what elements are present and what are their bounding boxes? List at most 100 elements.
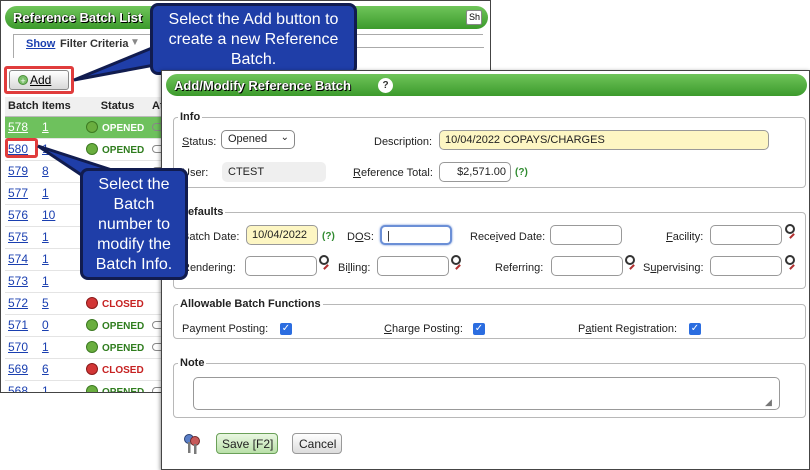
- batch-580-highlight: [5, 138, 38, 158]
- charge-posting-checkbox[interactable]: ✓: [473, 323, 485, 335]
- filter-show-link[interactable]: Show: [26, 38, 55, 50]
- batch-number-link[interactable]: 572: [8, 296, 28, 310]
- batch-number-cell: 578: [5, 116, 39, 139]
- column-header-items: Items: [39, 97, 83, 117]
- payment-posting-checkbox[interactable]: ✓: [280, 323, 292, 335]
- keys-icon[interactable]: [182, 433, 202, 455]
- status-text: CLOSED: [102, 299, 144, 310]
- status-text: CLOSED: [102, 365, 144, 376]
- status-cell: OPENED: [83, 336, 149, 359]
- items-cell: 5: [39, 292, 83, 315]
- batch-number-link[interactable]: 569: [8, 362, 28, 376]
- batch-number-link[interactable]: 570: [8, 340, 28, 354]
- callout-line: Batch.: [230, 51, 277, 68]
- batch-number-link[interactable]: 573: [8, 274, 28, 288]
- status-cell: OPENED: [83, 380, 149, 392]
- batch-number-cell: 576: [5, 204, 39, 227]
- batch-number-link[interactable]: 577: [8, 186, 28, 200]
- rendering-input[interactable]: [245, 256, 317, 276]
- list-toolbar-button[interactable]: Sh: [466, 10, 482, 25]
- reference-total-input[interactable]: $2,571.00: [439, 162, 511, 182]
- note-legend: Note: [180, 357, 205, 369]
- info-legend: Info: [180, 111, 201, 123]
- help-icon[interactable]: ?: [378, 78, 393, 93]
- received-date-label: Received Date:: [470, 231, 546, 243]
- cancel-button[interactable]: Cancel: [292, 433, 342, 454]
- status-text: OPENED: [102, 145, 145, 156]
- dos-input[interactable]: |: [380, 225, 452, 245]
- status-badge: OPENED: [86, 121, 144, 134]
- add-button[interactable]: + Add: [9, 70, 69, 90]
- callout-line: Batch: [113, 196, 155, 213]
- reference-total-label: Reference Total:: [353, 167, 433, 179]
- items-link[interactable]: 10: [42, 208, 55, 222]
- items-link[interactable]: 1: [42, 384, 49, 392]
- chevron-down-icon[interactable]: ▼: [130, 37, 140, 48]
- items-link[interactable]: 1: [42, 186, 49, 200]
- batch-number-link[interactable]: 579: [8, 164, 28, 178]
- list-title: Reference Batch List: [13, 10, 143, 25]
- referring-input[interactable]: [551, 256, 623, 276]
- items-link[interactable]: 5: [42, 296, 49, 310]
- resize-grip-icon[interactable]: ◢: [765, 397, 807, 468]
- billing-search-icon[interactable]: [451, 255, 461, 265]
- add-modify-batch-dialog: Add/Modify Reference Batch ? Info Status…: [161, 70, 810, 470]
- items-link[interactable]: 1: [42, 230, 49, 244]
- batch-date-help[interactable]: (?): [322, 231, 335, 242]
- save-button[interactable]: Save [F2]: [216, 433, 278, 454]
- items-link[interactable]: 6: [42, 362, 49, 376]
- status-text: OPENED: [102, 343, 145, 354]
- status-icon: [86, 363, 98, 375]
- batch-number-cell: 573: [5, 270, 39, 293]
- facility-input[interactable]: [710, 225, 782, 245]
- batch-number-link[interactable]: 576: [8, 208, 28, 222]
- billing-label: Billing:: [338, 262, 371, 274]
- facility-search-icon[interactable]: [785, 224, 795, 234]
- items-link[interactable]: 1: [42, 142, 49, 156]
- rendering-search-icon[interactable]: [319, 255, 329, 265]
- supervising-input[interactable]: [710, 256, 782, 276]
- status-select[interactable]: Opened ⌄: [221, 130, 295, 149]
- batch-date-input[interactable]: 10/04/2022: [246, 225, 318, 245]
- batch-number-link[interactable]: 571: [8, 318, 28, 332]
- status-value: Opened: [228, 133, 268, 145]
- batch-number-link[interactable]: 568: [8, 384, 28, 392]
- column-header-batch: Batch: [5, 97, 39, 117]
- batch-instruction-callout: Select the Batch number to modify the Ba…: [80, 168, 188, 280]
- items-link[interactable]: 1: [42, 274, 49, 288]
- patient-registration-checkbox[interactable]: ✓: [689, 323, 701, 335]
- status-cell: OPENED: [83, 116, 149, 139]
- status-cell: CLOSED: [83, 358, 149, 381]
- referring-search-icon[interactable]: [625, 255, 635, 265]
- batch-number-cell: 579: [5, 160, 39, 183]
- items-link[interactable]: 8: [42, 164, 49, 178]
- patient-registration-label: Patient Registration:: [578, 323, 678, 335]
- callout-line: Select the: [98, 176, 170, 193]
- allowable-functions-legend: Allowable Batch Functions: [180, 298, 321, 310]
- status-cell: OPENED: [83, 314, 149, 337]
- items-link[interactable]: 1: [42, 252, 49, 266]
- supervising-search-icon[interactable]: [785, 255, 795, 265]
- reference-total-help[interactable]: (?): [515, 167, 528, 178]
- items-link[interactable]: 0: [42, 318, 49, 332]
- batch-number-cell: 568: [5, 380, 39, 392]
- items-cell: 1: [39, 380, 83, 392]
- items-cell: 1: [39, 138, 83, 161]
- description-input[interactable]: 10/04/2022 COPAYS/CHARGES: [439, 130, 769, 150]
- note-textarea[interactable]: [193, 377, 780, 410]
- batch-date-label: Batch Date:: [182, 231, 240, 243]
- items-link[interactable]: 1: [42, 340, 49, 354]
- status-badge: OPENED: [86, 143, 145, 156]
- items-link[interactable]: 1: [42, 120, 49, 134]
- status-icon: [86, 297, 98, 309]
- callout-line: modify the: [97, 236, 171, 253]
- batch-number-link[interactable]: 574: [8, 252, 28, 266]
- plus-icon: +: [18, 75, 28, 86]
- batch-number-link[interactable]: 575: [8, 230, 28, 244]
- callout-line: create a new Reference: [168, 31, 339, 48]
- billing-input[interactable]: [377, 256, 449, 276]
- status-badge: OPENED: [86, 385, 144, 392]
- batch-number-cell: 574: [5, 248, 39, 271]
- received-date-input[interactable]: [550, 225, 622, 245]
- batch-number-link[interactable]: 578: [8, 120, 28, 134]
